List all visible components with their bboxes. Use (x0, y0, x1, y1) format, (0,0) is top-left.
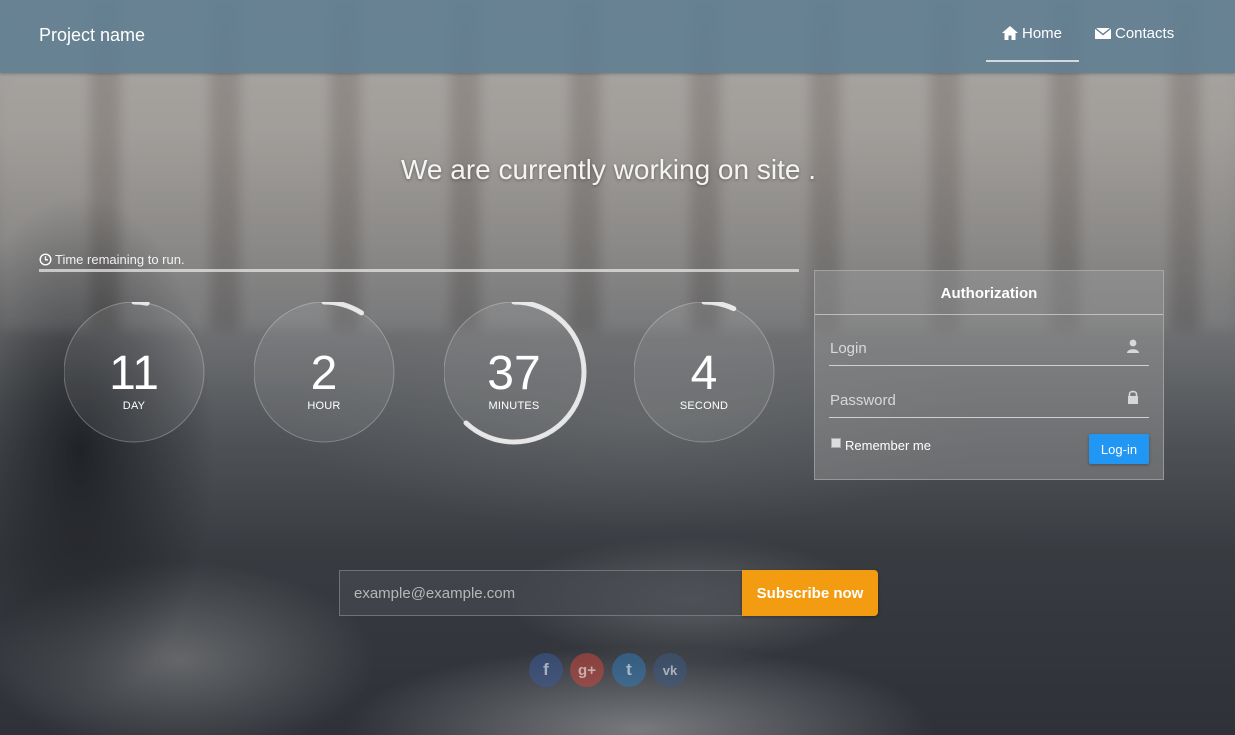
timer-label-text: Time remaining to run. (55, 252, 185, 267)
lock-icon (1128, 390, 1138, 404)
google-plus-icon[interactable]: g+ (570, 653, 604, 687)
countdown-value: 37 (487, 347, 541, 400)
vk-icon[interactable]: vk (653, 653, 687, 687)
nav-contacts-label: Contacts (1115, 24, 1175, 42)
timer-label: Time remaining to run. (39, 252, 185, 267)
nav-contacts[interactable]: Contacts (1094, 24, 1174, 42)
envelope-icon (1094, 27, 1112, 39)
clock-icon (39, 253, 52, 266)
subscribe-email-input[interactable] (339, 570, 743, 616)
home-icon (1002, 26, 1018, 40)
countdown-day: 11 DAY (64, 302, 214, 452)
timer-divider (39, 269, 799, 272)
login-button[interactable]: Log-in (1089, 434, 1149, 464)
user-icon (1127, 339, 1139, 353)
countdown-unit: DAY (122, 400, 146, 412)
facebook-icon[interactable]: f (529, 653, 563, 687)
countdown-value: 11 (109, 347, 159, 400)
countdown-unit: MINUTES (488, 400, 540, 412)
authorization-panel: Authorization Remember me Log-in (814, 270, 1164, 480)
countdown-value: 2 (310, 347, 338, 400)
auth-title: Authorization (940, 285, 1038, 302)
nav-active-underline (986, 60, 1079, 62)
nav-home-label: Home (1022, 24, 1063, 42)
nav-home[interactable]: Home (1001, 24, 1062, 42)
remember-me[interactable]: Remember me (831, 437, 931, 453)
login-input[interactable] (829, 332, 1149, 366)
countdown-unit: HOUR (307, 400, 341, 412)
countdown-value: 4 (690, 347, 718, 400)
subscribe-button[interactable]: Subscribe now (742, 570, 878, 616)
remember-checkbox[interactable] (831, 437, 841, 448)
page-headline: We are currently working on site . (401, 154, 816, 185)
countdown-minutes: 37 MINUTES (444, 302, 594, 452)
auth-divider (815, 314, 1163, 315)
countdown-second: 4 SECOND (634, 302, 784, 452)
twitter-icon[interactable]: t (612, 653, 646, 687)
password-input[interactable] (829, 384, 1149, 418)
countdown-unit: SECOND (679, 400, 729, 412)
countdown-hour: 2 HOUR (254, 302, 404, 452)
brand-link[interactable]: Project name (39, 25, 145, 46)
remember-label: Remember me (845, 438, 931, 453)
navbar: Project name Home Contacts (0, 0, 1235, 73)
